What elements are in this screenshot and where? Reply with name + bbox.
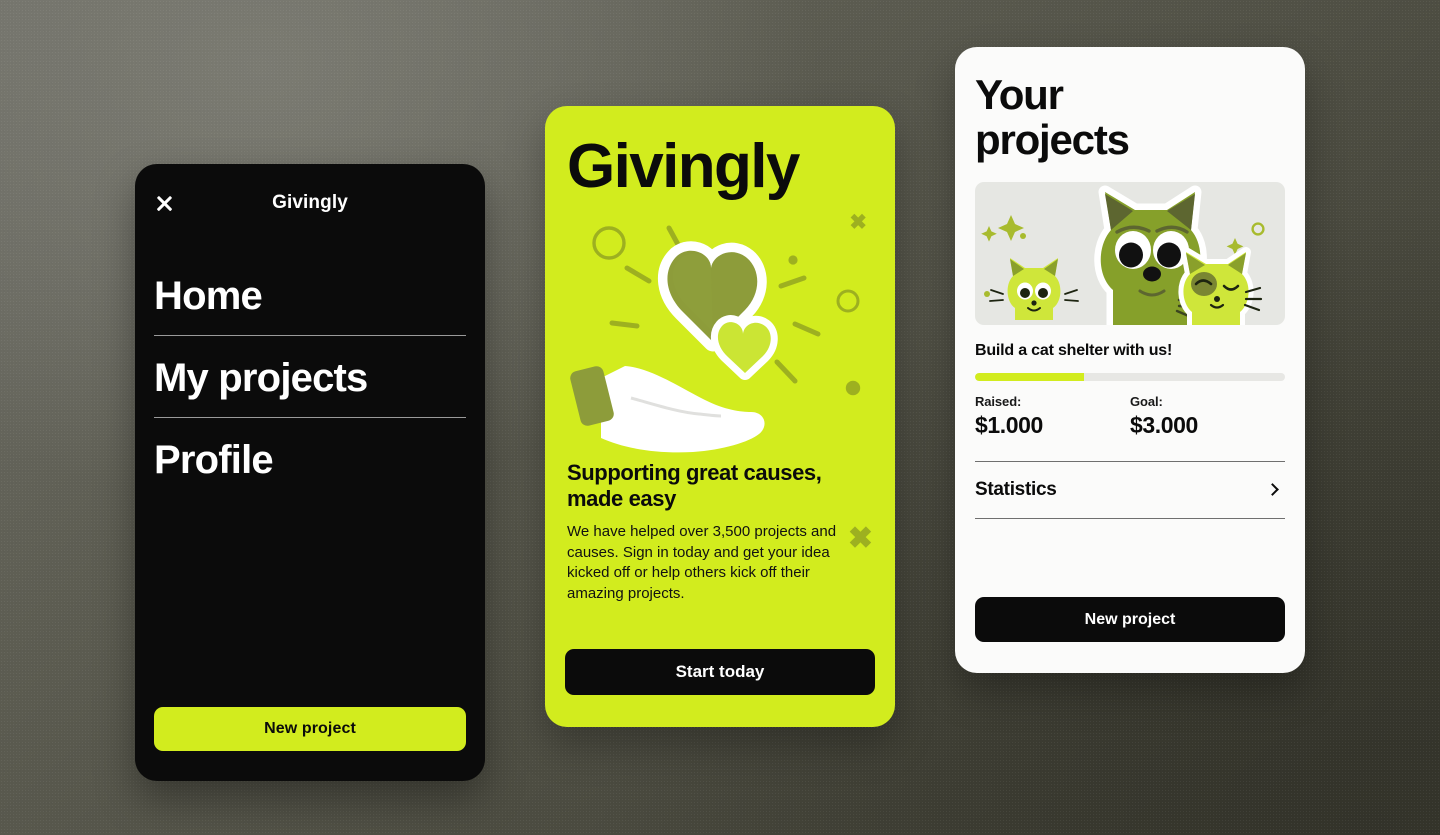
funding-progress-fill xyxy=(975,372,1084,381)
section-divider xyxy=(975,517,1285,519)
promo-card: Givingly ✖ Supporting great causes, made… xyxy=(545,106,895,727)
raised-label: Raised: xyxy=(975,393,1022,409)
start-today-button[interactable]: Start today xyxy=(565,649,875,695)
menu-item-profile[interactable]: Profile xyxy=(154,432,466,499)
goal-column: Goal: $3.000 xyxy=(1130,394,1285,439)
menu-divider xyxy=(154,417,466,418)
raised-value: $1.000 xyxy=(975,411,1043,438)
funding-progress-bar xyxy=(975,372,1285,381)
menu-header: Givingly xyxy=(154,186,466,220)
raised-column: Raised: $1.000 xyxy=(975,394,1130,439)
green-cats-illustration xyxy=(975,181,1285,325)
navigation-menu-panel: Givingly Home My projects Profile New pr… xyxy=(135,164,485,781)
cross-mark-icon: ✖ xyxy=(847,522,873,555)
app-background: Givingly Home My projects Profile New pr… xyxy=(0,0,1440,835)
your-projects-card: Your projects Build a cat shelter with u… xyxy=(955,47,1305,673)
brand-name: Givingly xyxy=(272,192,348,213)
chevron-right-icon xyxy=(1266,483,1279,497)
page-title: Your projects xyxy=(975,71,1130,163)
statistics-label: Statistics xyxy=(975,478,1057,500)
hand-holding-hearts-illustration: ✖ xyxy=(565,206,887,460)
new-project-button[interactable]: New project xyxy=(154,707,466,751)
goal-label: Goal: xyxy=(1130,393,1163,409)
statistics-row[interactable]: Statistics xyxy=(975,462,1285,518)
goal-value: $3.000 xyxy=(1130,411,1198,438)
promo-body-text: We have helped over 3,500 projects and c… xyxy=(567,522,837,602)
promo-logo: Givingly xyxy=(567,132,800,201)
promo-headline: Supporting great causes, made easy xyxy=(567,460,822,511)
menu-item-list: Home My projects Profile xyxy=(154,268,466,707)
cross-mark-icon: ✖ xyxy=(849,211,867,234)
menu-divider xyxy=(154,335,466,336)
funding-amounts: Raised: $1.000 Goal: $3.000 xyxy=(975,394,1285,439)
new-project-button[interactable]: New project xyxy=(975,597,1285,642)
project-title: Build a cat shelter with us! xyxy=(975,341,1173,359)
menu-item-home[interactable]: Home xyxy=(154,268,466,335)
menu-item-my-projects[interactable]: My projects xyxy=(154,350,466,417)
